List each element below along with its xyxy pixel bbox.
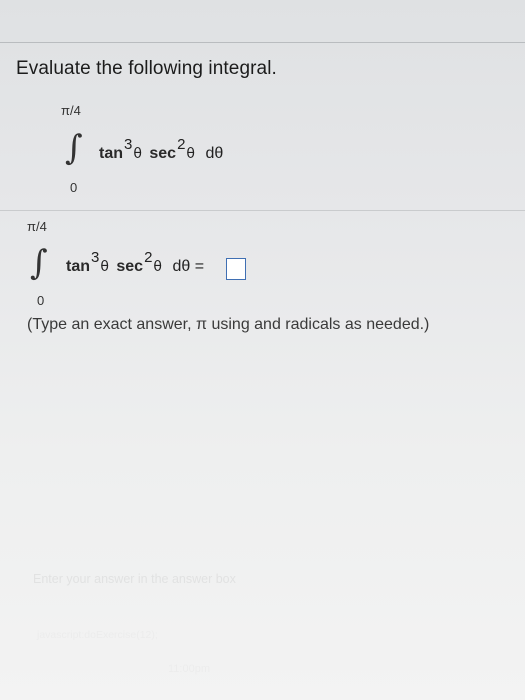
header-divider [0, 42, 525, 43]
answer-input[interactable] [226, 258, 246, 280]
sec-label: sec [149, 145, 177, 162]
answer-upper-limit: π/4 [27, 219, 47, 234]
lower-limit: 0 [70, 180, 78, 195]
tan-label: tan [66, 258, 90, 275]
theta-symbol: θ [186, 146, 195, 162]
status-bar-url: javascript:doExercise(12); [37, 629, 158, 641]
theta-symbol: θ [153, 259, 162, 275]
answer-instruction: (Type an exact answer, π using and radic… [27, 316, 430, 333]
answer-integral-expression: tan3θ sec2θ dθ = [66, 249, 205, 276]
sec-label: sec [116, 258, 144, 275]
integral-sign-icon: ∫ [65, 128, 83, 168]
question-title: Evaluate the following integral. [16, 58, 277, 79]
answer-hint: Enter your answer in the answer box [33, 572, 236, 586]
clock: 11:00pm [168, 663, 210, 675]
tan-exponent: 3 [91, 249, 100, 266]
upper-limit: π/4 [61, 103, 81, 118]
tan-label: tan [99, 145, 123, 162]
section-divider [0, 210, 525, 211]
differential: dθ [205, 145, 224, 162]
theta-symbol: θ [100, 259, 109, 275]
tan-exponent: 3 [124, 136, 133, 153]
answer-lower-limit: 0 [37, 293, 45, 308]
differential-equals: dθ = [172, 258, 205, 275]
answer-integral-sign-icon: ∫ [30, 243, 48, 283]
theta-symbol: θ [133, 146, 142, 162]
sec-exponent: 2 [144, 249, 153, 266]
sec-exponent: 2 [177, 136, 186, 153]
integral-expression: tan3θ sec2θ dθ [99, 136, 224, 163]
